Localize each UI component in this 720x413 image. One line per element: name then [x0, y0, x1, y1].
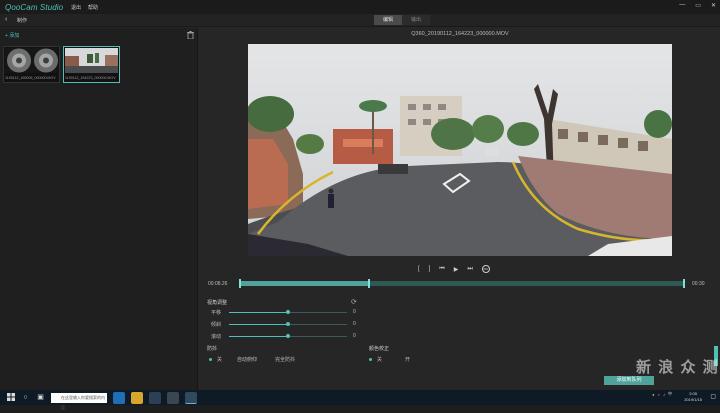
tray-icon[interactable]: ●: [652, 392, 654, 397]
system-clock[interactable]: 2:05 2019/1/15: [684, 391, 702, 403]
tray-icon[interactable]: ●: [658, 392, 660, 397]
timeline-progress: [239, 281, 369, 286]
color-off-option[interactable]: 关: [369, 356, 382, 363]
mark-in-icon[interactable]: [: [418, 266, 420, 272]
watermark-logo: 新 浪 众 测: [636, 358, 719, 376]
thumbnail-caption: 1190112_165005_000000.MOV: [5, 76, 56, 80]
back-icon[interactable]: ‹: [5, 16, 7, 23]
previous-icon[interactable]: ⏮: [439, 266, 444, 273]
radio-dot: [267, 358, 270, 361]
app-icon[interactable]: [149, 391, 161, 404]
dual-fisheye-preview: [5, 48, 58, 73]
slider-value: 0: [353, 309, 356, 315]
playback-controls: [ ] ⏮ ▶ ⏭ 360: [418, 265, 490, 273]
search-icon[interactable]: ○: [21, 393, 30, 402]
option-label: 关: [217, 357, 223, 363]
slider-value: 0: [353, 333, 356, 339]
app-icon[interactable]: [167, 391, 179, 404]
roll-slider[interactable]: 滚动 0: [207, 333, 357, 341]
media-library-panel: + 添加 1190112_165005_000000.MOV 1190112_1…: [0, 28, 198, 390]
notification-icon[interactable]: ▢: [710, 393, 716, 400]
panorama-video-preview[interactable]: [248, 44, 672, 256]
app-window: QooCam Studio 退出 帮助 — ▭ ✕ ‹ 制作 编辑 输出 + 添…: [0, 0, 720, 390]
media-thumbnail[interactable]: 1190112_165005_000000.MOV: [3, 46, 60, 83]
option-label: 自动俯仰: [237, 357, 258, 363]
total-time: 00:30: [692, 281, 705, 287]
panorama-preview: [65, 48, 118, 73]
video-filename: Q360_20190112_164223_000000.MOV: [411, 31, 509, 37]
option-label: 完全防抖: [275, 357, 296, 363]
radio-dot: [369, 358, 372, 361]
slider-value: 0: [353, 321, 356, 327]
menu-exit[interactable]: 退出: [71, 4, 81, 11]
window-controls: — ▭ ✕: [679, 2, 716, 9]
add-to-queue-button[interactable]: 添加到队列: [604, 376, 654, 385]
file-explorer-icon[interactable]: [131, 391, 143, 404]
slider-label: 倾斜: [211, 322, 222, 328]
next-icon[interactable]: ⏭: [467, 266, 472, 273]
qoocam-studio-taskbar-icon[interactable]: [185, 391, 197, 404]
option-label: 开: [405, 357, 411, 363]
tab-output[interactable]: 输出: [402, 15, 430, 25]
mode-tabs: 编辑 输出: [374, 15, 430, 25]
volume-icon[interactable]: ♪: [663, 392, 665, 397]
slider-fill: [229, 336, 288, 337]
color-correction-title: 颜色校正: [369, 346, 390, 352]
maximize-icon[interactable]: ▭: [695, 2, 701, 9]
view-adjust-title: 视角调整: [207, 300, 228, 306]
slider-knob[interactable]: [286, 334, 290, 338]
app-logo: QooCam Studio: [5, 2, 64, 12]
stabilize-title: 防抖: [207, 346, 218, 352]
radio-dot: [229, 358, 232, 361]
stabilize-full-option[interactable]: 完全防抖: [267, 356, 295, 363]
add-media-button[interactable]: + 添加: [5, 32, 19, 39]
system-tray: ● ● ♪ 中: [652, 391, 672, 397]
thumbnail-caption: 1190112_164223_000000.MOV: [65, 76, 116, 80]
close-icon[interactable]: ✕: [711, 2, 716, 9]
tab-edit[interactable]: 编辑: [374, 15, 402, 25]
slider-fill: [229, 324, 288, 325]
stabilize-auto-option[interactable]: 自动俯仰: [229, 356, 257, 363]
stabilize-off-option[interactable]: 关: [209, 356, 222, 363]
reset-icon[interactable]: ⟳: [351, 298, 357, 306]
minimize-icon[interactable]: —: [679, 2, 685, 9]
trim-end-handle[interactable]: [683, 279, 685, 288]
edge-browser-icon[interactable]: [113, 391, 125, 404]
media-thumbnail-selected[interactable]: 1190112_164223_000000.MOV: [63, 46, 120, 83]
ime-indicator[interactable]: 中: [668, 391, 672, 397]
title-bar: QooCam Studio 退出 帮助 — ▭ ✕: [0, 0, 720, 14]
play-icon[interactable]: ▶: [454, 266, 459, 273]
slider-track[interactable]: [229, 310, 347, 314]
trash-icon[interactable]: [187, 31, 194, 41]
menu-help[interactable]: 帮助: [88, 4, 98, 11]
slider-track[interactable]: [229, 322, 347, 326]
slider-knob[interactable]: [286, 322, 290, 326]
toolbar: ‹ 制作 编辑 输出: [0, 14, 720, 27]
windows-start-icon[interactable]: [6, 393, 15, 402]
timeline-scrubber[interactable]: [239, 279, 685, 288]
tilt-slider[interactable]: 倾斜 0: [207, 321, 357, 329]
playhead[interactable]: [368, 279, 371, 288]
slider-fill: [229, 312, 288, 313]
slider-knob[interactable]: [286, 310, 290, 314]
color-on-option[interactable]: 开: [397, 356, 410, 363]
task-view-icon[interactable]: ▣: [36, 393, 45, 402]
pan-slider[interactable]: 平移 0: [207, 309, 357, 317]
view-360-icon[interactable]: 360: [481, 265, 490, 273]
slider-label: 平移: [211, 310, 222, 316]
trim-start-handle[interactable]: [239, 279, 241, 288]
page-title: 制作: [17, 18, 28, 24]
current-time: 00:08.26: [208, 281, 228, 287]
radio-dot: [397, 358, 400, 361]
os-taskbar: ○ ▣ 在这里输入你要搜索的内容 ● ● ♪ 中 2:05 2019/1/15 …: [0, 390, 720, 410]
option-label: 关: [377, 357, 383, 363]
slider-label: 滚动: [211, 334, 222, 340]
taskbar-search-input[interactable]: 在这里输入你要搜索的内容: [51, 392, 107, 410]
clock-date: 2019/1/15: [684, 397, 702, 402]
mark-out-icon[interactable]: ]: [429, 266, 431, 272]
slider-track[interactable]: [229, 334, 347, 338]
radio-dot: [209, 358, 212, 361]
